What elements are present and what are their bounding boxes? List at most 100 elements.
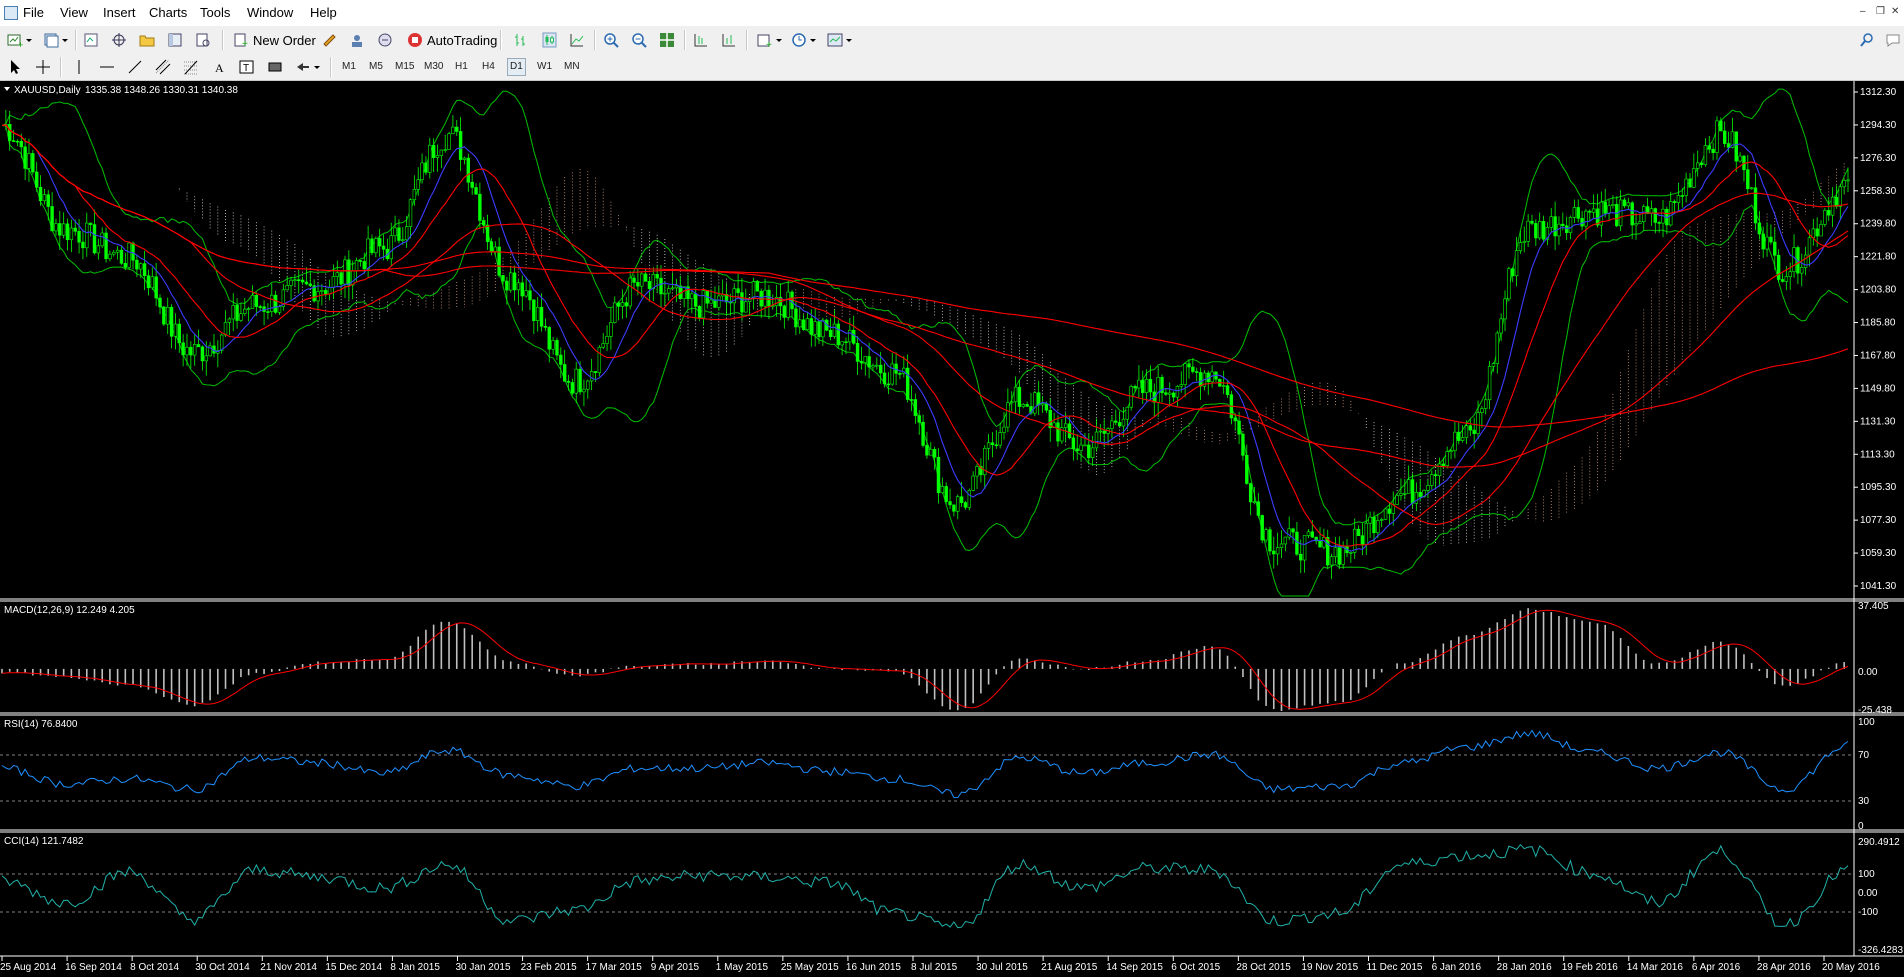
market-watch-icon[interactable] <box>82 31 100 49</box>
candle-body <box>1349 552 1353 554</box>
menu-bar: File View Insert Charts Tools Window Hel… <box>0 0 1904 27</box>
fibonacci-icon[interactable] <box>182 58 200 76</box>
candle-body <box>1071 437 1076 450</box>
cursor-icon[interactable] <box>6 58 24 76</box>
auto-scroll-icon[interactable] <box>720 31 738 49</box>
candle-body <box>1476 412 1480 434</box>
templates-icon[interactable] <box>826 31 844 49</box>
chevron-down-icon[interactable] <box>844 31 854 49</box>
zoom-out-icon[interactable] <box>630 31 648 49</box>
menu-help[interactable]: Help <box>308 5 339 20</box>
timeframe-m1[interactable]: M1 <box>340 58 358 76</box>
date-tick-label: 6 Apr 2016 <box>1692 962 1741 973</box>
chevron-down-icon[interactable] <box>312 58 322 76</box>
indicators-icon[interactable]: + <box>756 31 774 49</box>
timeframe-m30[interactable]: M30 <box>422 58 445 76</box>
search-icon[interactable] <box>1858 31 1876 49</box>
menu-view[interactable]: View <box>58 5 90 20</box>
candle-body <box>1025 404 1029 407</box>
autotrading-button[interactable]: AutoTrading <box>404 30 500 50</box>
candle-body <box>1090 447 1095 458</box>
candle-body <box>1738 155 1742 162</box>
date-tick-label: 25 May 2015 <box>781 962 839 973</box>
rectangle-icon[interactable] <box>266 58 284 76</box>
bar-chart-icon[interactable] <box>512 31 530 49</box>
navigator-icon[interactable] <box>110 31 128 49</box>
macd-axis-min: -25.438 <box>1858 705 1892 716</box>
candle-body <box>1175 385 1180 398</box>
periods-icon[interactable] <box>790 31 808 49</box>
chevron-down-icon[interactable] <box>60 31 70 49</box>
profiles-icon[interactable] <box>42 31 60 49</box>
chart-canvas[interactable]: XAUUSD,Daily 1335.38 1348.26 1330.31 134… <box>0 81 1904 977</box>
chart-shift-icon[interactable] <box>692 31 710 49</box>
equidistant-channel-icon[interactable] <box>154 58 172 76</box>
menu-window[interactable]: Window <box>245 5 295 20</box>
candle-body <box>162 306 166 325</box>
menu-charts[interactable]: Charts <box>147 5 189 20</box>
candle-body <box>767 289 771 307</box>
timeframe-d1[interactable]: D1 <box>507 58 526 76</box>
candle-body <box>859 361 864 363</box>
chevron-down-icon[interactable] <box>774 31 784 49</box>
signals-icon[interactable] <box>348 31 366 49</box>
vertical-line-icon[interactable] <box>70 58 88 76</box>
date-tick-label: 23 Feb 2015 <box>521 962 578 973</box>
candle-body <box>971 475 975 491</box>
candle-body <box>574 368 578 394</box>
candle-body <box>1021 404 1025 407</box>
tile-windows-icon[interactable] <box>658 31 676 49</box>
timeframe-mn[interactable]: MN <box>562 58 582 76</box>
text-label-icon[interactable]: T <box>238 58 256 76</box>
candlesticks-icon[interactable] <box>540 31 558 49</box>
rsi-axis-30: 30 <box>1858 796 1870 807</box>
candle-body <box>944 486 948 502</box>
chat-icon[interactable] <box>1884 31 1902 49</box>
candle-body <box>1726 143 1731 148</box>
timeframe-m5[interactable]: M5 <box>367 58 385 76</box>
chevron-down-icon[interactable] <box>24 31 34 49</box>
candle-body <box>439 149 444 156</box>
candle-body <box>219 334 224 351</box>
candle-body <box>667 288 671 294</box>
trendline-icon[interactable] <box>126 58 144 76</box>
candle-body <box>613 302 617 323</box>
candle-body <box>1056 422 1060 442</box>
horizontal-line-icon[interactable] <box>98 58 116 76</box>
zoom-in-icon[interactable] <box>602 31 620 49</box>
timeframe-w1[interactable]: W1 <box>535 58 554 76</box>
crosshair-icon[interactable] <box>34 58 52 76</box>
candle-body <box>1518 242 1523 251</box>
timeframe-m15[interactable]: M15 <box>393 58 416 76</box>
restore-icon[interactable]: ❐ <box>1876 6 1885 17</box>
candle-body <box>308 283 313 286</box>
menu-tools[interactable]: Tools <box>198 5 232 20</box>
candle-body <box>108 253 112 260</box>
candle-body <box>370 238 374 254</box>
text-icon[interactable]: A <box>210 58 228 76</box>
svg-text:A: A <box>215 61 224 75</box>
expert-advisors-icon[interactable] <box>320 31 338 49</box>
chart-window[interactable]: XAUUSD,Daily 1335.38 1348.26 1330.31 134… <box>0 81 1904 977</box>
close-icon[interactable]: ✕ <box>1891 6 1899 17</box>
timeframe-h1[interactable]: H1 <box>453 58 470 76</box>
timeframe-h4[interactable]: H4 <box>480 58 497 76</box>
terminal-icon[interactable] <box>166 31 184 49</box>
candle-body <box>146 275 151 289</box>
folder-icon[interactable] <box>138 31 156 49</box>
candle-body <box>1360 535 1365 545</box>
strategy-tester-icon[interactable] <box>194 31 212 49</box>
candle-body <box>381 245 386 250</box>
market-icon[interactable] <box>376 31 394 49</box>
candle-body <box>189 346 193 356</box>
candle-body <box>489 241 494 252</box>
menu-file[interactable]: File <box>21 5 46 20</box>
new-chart-icon[interactable]: + <box>6 31 24 49</box>
menu-insert[interactable]: Insert <box>101 5 138 20</box>
new-order-button[interactable]: + New Order <box>230 30 319 50</box>
arrows-icon[interactable] <box>294 58 312 76</box>
minimize-icon[interactable]: – <box>1860 6 1866 17</box>
chevron-down-icon[interactable] <box>808 31 818 49</box>
candle-body <box>324 290 328 295</box>
line-chart-icon[interactable] <box>568 31 586 49</box>
